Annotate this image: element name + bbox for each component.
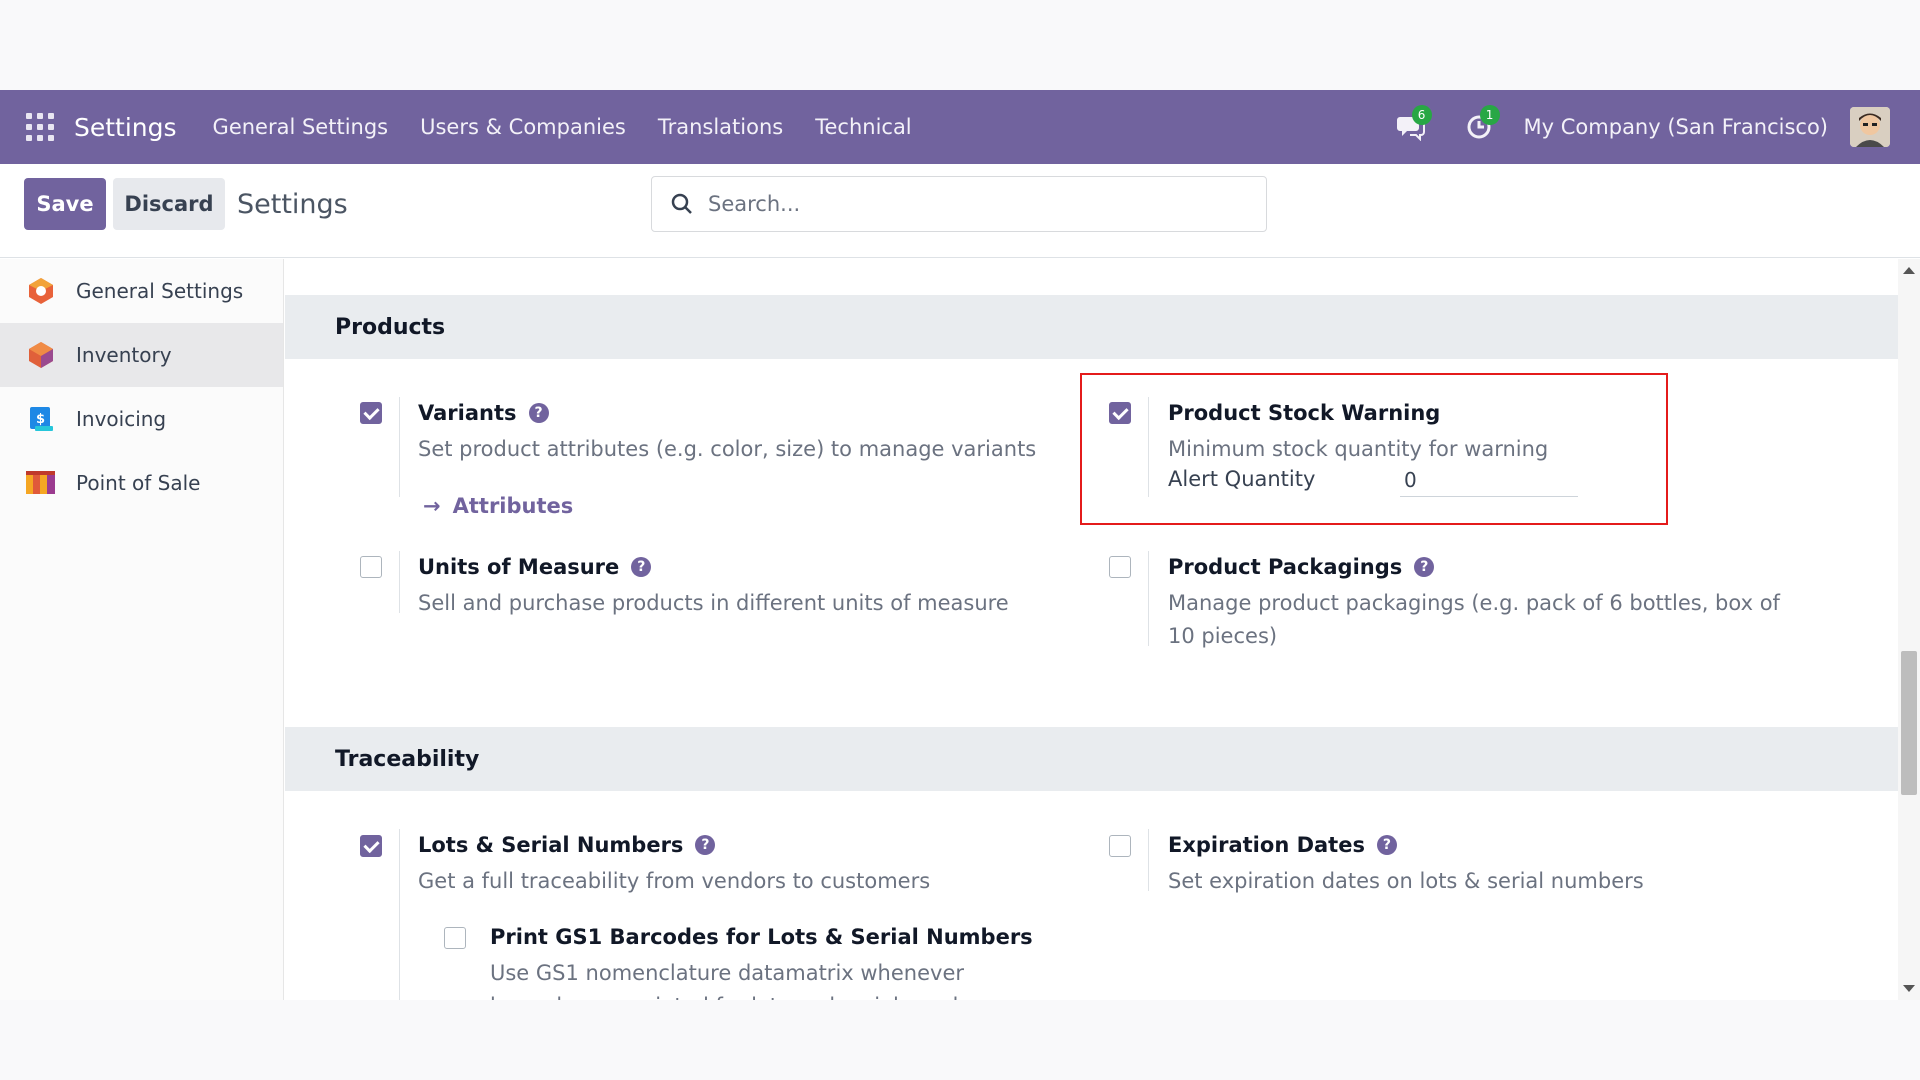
systray: 6 1 My Company (San Francisco) bbox=[1388, 90, 1920, 164]
lots-title: Lots & Serial Numbers ? bbox=[418, 833, 716, 857]
alert-quantity-input[interactable] bbox=[1400, 464, 1578, 497]
inventory-icon bbox=[24, 338, 58, 372]
gs1-checkbox[interactable] bbox=[444, 927, 466, 949]
sidebar-item-inventory[interactable]: Inventory bbox=[0, 323, 283, 387]
packagings-description: Manage product packagings (e.g. pack of … bbox=[1168, 591, 1780, 648]
section-header-traceability: Traceability bbox=[285, 727, 1898, 791]
svg-text:$: $ bbox=[36, 412, 45, 427]
general-settings-icon bbox=[24, 274, 58, 308]
packagings-title: Product Packagings ? bbox=[1168, 555, 1435, 579]
search-icon bbox=[668, 190, 696, 218]
settings-content: Products Variants ? Set product attribut… bbox=[285, 259, 1898, 1000]
attributes-link[interactable]: → Attributes bbox=[423, 494, 573, 518]
divider bbox=[1148, 829, 1149, 891]
stock-warning-checkbox[interactable] bbox=[1109, 402, 1131, 424]
divider bbox=[1148, 551, 1149, 646]
sidebar-item-invoicing[interactable]: $ Invoicing bbox=[0, 387, 283, 451]
expiration-title-text: Expiration Dates bbox=[1168, 833, 1365, 857]
activities-count-badge: 1 bbox=[1479, 105, 1500, 125]
messages-button[interactable]: 6 bbox=[1388, 105, 1434, 147]
variants-title-text: Variants bbox=[418, 401, 517, 425]
uom-checkbox[interactable] bbox=[360, 556, 382, 578]
divider bbox=[399, 829, 400, 1000]
search-box[interactable] bbox=[651, 176, 1267, 232]
packagings-checkbox[interactable] bbox=[1109, 556, 1131, 578]
divider bbox=[399, 397, 400, 497]
settings-sidebar: General Settings Inventory $ Invoicing P… bbox=[0, 259, 284, 1000]
divider bbox=[1148, 397, 1149, 497]
point-of-sale-icon bbox=[24, 466, 58, 500]
app-menu-grid-icon[interactable] bbox=[26, 113, 54, 141]
stock-warning-title: Product Stock Warning bbox=[1168, 401, 1441, 425]
expiration-checkbox[interactable] bbox=[1109, 835, 1131, 857]
help-icon[interactable]: ? bbox=[1414, 557, 1435, 577]
help-icon[interactable]: ? bbox=[631, 557, 652, 577]
sidebar-item-point-of-sale[interactable]: Point of Sale bbox=[0, 451, 283, 515]
scroll-up-arrow-icon[interactable] bbox=[1903, 267, 1915, 274]
activities-button[interactable]: 1 bbox=[1456, 105, 1502, 147]
sidebar-item-general-settings[interactable]: General Settings bbox=[0, 259, 283, 323]
gs1-title: Print GS1 Barcodes for Lots & Serial Num… bbox=[490, 925, 1033, 949]
help-icon[interactable]: ? bbox=[528, 403, 549, 423]
menu-users-companies[interactable]: Users & Companies bbox=[404, 115, 642, 139]
menu-technical[interactable]: Technical bbox=[799, 115, 927, 139]
messages-count-badge: 6 bbox=[1411, 105, 1432, 125]
user-avatar-icon bbox=[1850, 107, 1890, 147]
top-menu: General Settings Users & Companies Trans… bbox=[197, 115, 928, 139]
app-title[interactable]: Settings bbox=[74, 113, 177, 142]
settings-app: Settings General Settings Users & Compan… bbox=[0, 90, 1920, 1000]
gs1-description: Use GS1 nomenclature datamatrix whenever… bbox=[490, 961, 998, 1000]
uom-title: Units of Measure ? bbox=[418, 555, 652, 579]
menu-translations[interactable]: Translations bbox=[642, 115, 799, 139]
lots-title-text: Lots & Serial Numbers bbox=[418, 833, 684, 857]
invoicing-icon: $ bbox=[24, 402, 58, 436]
arrow-right-icon: → bbox=[423, 494, 441, 518]
stock-warning-description: Minimum stock quantity for warning bbox=[1168, 437, 1549, 461]
menu-general-settings[interactable]: General Settings bbox=[197, 115, 405, 139]
variants-title: Variants ? bbox=[418, 401, 549, 425]
attributes-link-label: Attributes bbox=[452, 494, 574, 518]
help-icon[interactable]: ? bbox=[1376, 835, 1397, 855]
page-title: Settings bbox=[237, 189, 348, 220]
divider bbox=[399, 551, 400, 613]
sidebar-item-label: General Settings bbox=[76, 279, 244, 303]
user-avatar[interactable] bbox=[1850, 107, 1890, 147]
sidebar-item-label: Point of Sale bbox=[76, 471, 201, 495]
uom-description: Sell and purchase products in different … bbox=[418, 591, 1009, 615]
scroll-down-arrow-icon[interactable] bbox=[1903, 985, 1915, 992]
sidebar-item-label: Invoicing bbox=[76, 407, 167, 431]
help-icon[interactable]: ? bbox=[695, 835, 716, 855]
packagings-title-text: Product Packagings bbox=[1168, 555, 1403, 579]
expiration-title: Expiration Dates ? bbox=[1168, 833, 1397, 857]
lots-checkbox[interactable] bbox=[360, 835, 382, 857]
scroll-thumb[interactable] bbox=[1901, 651, 1917, 795]
expiration-description: Set expiration dates on lots & serial nu… bbox=[1168, 869, 1644, 893]
sidebar-item-label: Inventory bbox=[76, 343, 172, 367]
discard-button[interactable]: Discard bbox=[113, 178, 225, 230]
variants-description: Set product attributes (e.g. color, size… bbox=[418, 437, 1037, 461]
uom-title-text: Units of Measure bbox=[418, 555, 620, 579]
search-input[interactable] bbox=[708, 192, 1248, 216]
company-switcher[interactable]: My Company (San Francisco) bbox=[1524, 115, 1828, 139]
content-scrollbar[interactable] bbox=[1898, 259, 1920, 1000]
control-panel: Save Discard Settings bbox=[0, 164, 1920, 258]
variants-checkbox[interactable] bbox=[360, 402, 382, 424]
section-header-products: Products bbox=[285, 295, 1898, 359]
top-navbar: Settings General Settings Users & Compan… bbox=[0, 90, 1920, 164]
alert-quantity-label: Alert Quantity bbox=[1168, 467, 1316, 491]
lots-description: Get a full traceability from vendors to … bbox=[418, 869, 931, 893]
save-button[interactable]: Save bbox=[24, 178, 106, 230]
